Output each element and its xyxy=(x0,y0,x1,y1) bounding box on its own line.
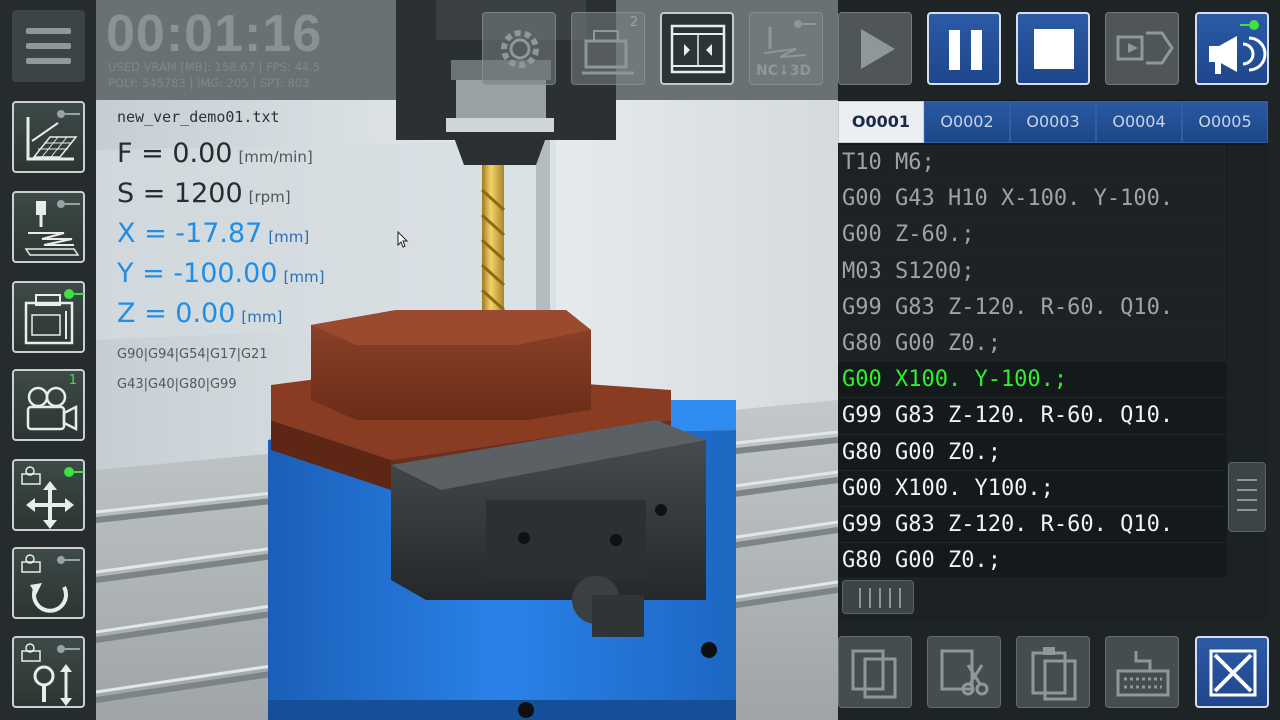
code-line[interactable]: G00 G43 H10 X-100. Y-100. xyxy=(838,181,1226,218)
perf-stats-line-1: USED VRAM [MB]: 158.67 | FPS: 44.5 xyxy=(108,60,321,74)
zoom-camera-icon xyxy=(21,643,80,706)
x-axis-readout: X = -17.87 [mm] xyxy=(117,218,309,249)
coordinate-plane-icon xyxy=(26,110,80,161)
tab-o0005[interactable]: O0005 xyxy=(1182,101,1268,143)
code-line[interactable]: G80 G00 Z0.; xyxy=(838,543,1226,577)
move-camera-button[interactable] xyxy=(12,459,85,531)
y-axis-readout: Y = -100.00 [mm] xyxy=(117,258,324,289)
y-value: Y = -100.00 xyxy=(117,258,278,289)
tab-o0004[interactable]: O0004 xyxy=(1096,101,1182,143)
code-line[interactable]: G80 G00 Z0.; xyxy=(838,435,1226,471)
close-icon xyxy=(1209,649,1257,697)
z-axis-readout: Z = 0.00 [mm] xyxy=(117,298,282,329)
modal-codes-row-2: G43|G40|G80|G99 xyxy=(117,377,237,392)
code-line[interactable]: G99 G83 Z-120. R-60. Q10. xyxy=(838,398,1226,435)
cut-button[interactable] xyxy=(927,636,1001,708)
pause-button[interactable] xyxy=(927,12,1001,85)
tab-o0003[interactable]: O0003 xyxy=(1010,101,1096,143)
paste-icon xyxy=(1031,647,1077,701)
workpiece-button[interactable]: 2 xyxy=(571,12,645,85)
nc-3d-label: NC↓3D xyxy=(756,63,812,79)
spindle-value: S = 1200 xyxy=(117,178,243,209)
pause-icon xyxy=(949,30,982,70)
feed-unit: [mm/min] xyxy=(238,148,313,166)
z-value: Z = 0.00 xyxy=(117,298,236,329)
code-line[interactable]: M03 S1200; xyxy=(838,253,1226,290)
sound-button[interactable] xyxy=(1195,12,1269,85)
vertical-scroll-thumb[interactable] xyxy=(1228,462,1266,532)
camera-button[interactable]: 1 xyxy=(12,369,85,441)
sound-icon xyxy=(1209,20,1267,74)
cut-icon xyxy=(940,649,989,696)
rotate-camera-icon xyxy=(21,554,80,613)
spindle-readout: S = 1200 [rpm] xyxy=(117,178,291,209)
door-button[interactable] xyxy=(660,12,734,85)
step-icon xyxy=(1116,31,1174,65)
code-line[interactable]: G00 X100. Y100.; xyxy=(838,471,1226,507)
tab-o0001[interactable]: O0001 xyxy=(838,101,924,143)
stop-button[interactable] xyxy=(1016,12,1090,85)
zoom-camera-button[interactable] xyxy=(12,636,85,708)
spindle-unit: [rpm] xyxy=(248,188,291,206)
y-unit: [mm] xyxy=(283,268,325,286)
close-button[interactable] xyxy=(1195,636,1269,708)
copy-icon xyxy=(851,649,897,699)
code-line[interactable]: T10 M6; xyxy=(838,145,1226,182)
move-camera-icon xyxy=(21,466,84,529)
door-icon xyxy=(670,24,726,74)
stop-icon xyxy=(1034,29,1074,69)
toolpath-button[interactable] xyxy=(12,191,85,263)
workpiece-badge: 2 xyxy=(629,15,638,30)
program-filename: new_ver_demo01.txt xyxy=(117,108,280,126)
program-tabs: O0001 O0002 O0003 O0004 O0005 xyxy=(838,101,1268,143)
x-value: X = -17.87 xyxy=(117,218,263,249)
elapsed-timer: 00:01:16 xyxy=(106,5,323,63)
settings-button[interactable] xyxy=(482,12,556,85)
single-step-button[interactable] xyxy=(1105,12,1179,85)
keyboard-button[interactable] xyxy=(1105,636,1179,708)
perf-stats-line-2: POLY: 545783 | IMG: 205 | SPT: 803 xyxy=(108,76,310,90)
code-editor[interactable]: T10 M6; G00 G43 H10 X-100. Y-100. G00 Z-… xyxy=(838,145,1226,577)
toolpath-icon xyxy=(24,200,80,256)
x-unit: [mm] xyxy=(268,228,310,246)
left-toolbar: 1 xyxy=(0,0,96,720)
settings-icon xyxy=(501,30,539,68)
coordinate-plane-button[interactable] xyxy=(12,101,85,173)
code-line-current[interactable]: G00 X100. Y-100.; xyxy=(838,362,1226,399)
camera-badge: 1 xyxy=(68,373,77,388)
nc-3d-button[interactable]: NC↓3D xyxy=(749,12,823,85)
z-unit: [mm] xyxy=(241,308,283,326)
code-line[interactable]: G80 G00 Z0.; xyxy=(838,325,1226,363)
rotate-camera-button[interactable] xyxy=(12,547,85,619)
horizontal-scroll-thumb[interactable] xyxy=(842,580,914,614)
keyboard-icon xyxy=(1116,651,1170,697)
machine-view-button[interactable] xyxy=(12,281,85,353)
paste-button[interactable] xyxy=(1016,636,1090,708)
feed-readout: F = 0.00 [mm/min] xyxy=(117,138,313,169)
modal-codes-row-1: G90|G94|G54|G17|G21 xyxy=(117,347,268,362)
play-button[interactable] xyxy=(838,12,912,85)
menu-button[interactable] xyxy=(12,10,85,82)
tab-o0002[interactable]: O0002 xyxy=(924,101,1010,143)
copy-button[interactable] xyxy=(838,636,912,708)
code-line[interactable]: G99 G83 Z-120. R-60. Q10. xyxy=(838,289,1226,326)
code-line[interactable]: G00 Z-60.; xyxy=(838,217,1226,254)
feed-value: F = 0.00 xyxy=(117,138,233,169)
machine-icon xyxy=(24,289,84,345)
code-line[interactable]: G99 G83 Z-120. R-60. Q10. xyxy=(838,507,1226,544)
play-icon xyxy=(861,29,895,69)
mouse-cursor-icon xyxy=(397,231,409,248)
